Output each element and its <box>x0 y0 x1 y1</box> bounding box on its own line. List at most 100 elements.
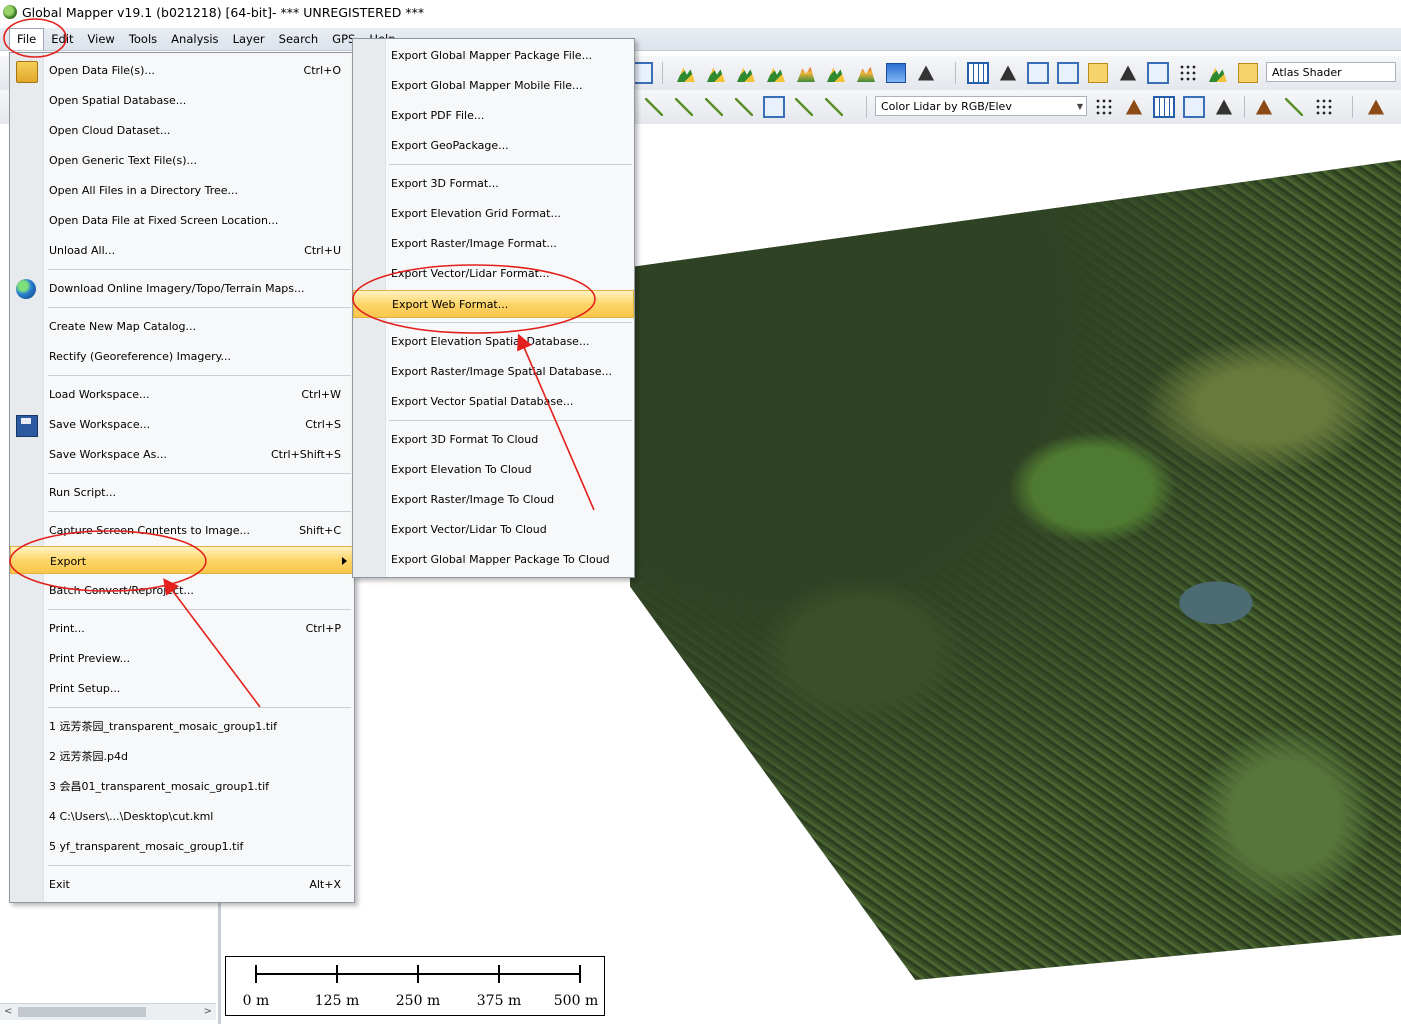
submenu-item-export-web-format[interactable]: Export Web Format... <box>353 290 634 318</box>
submenu-item-label: Export Web Format... <box>392 298 509 311</box>
menu-item-batch-convert[interactable]: Batch Convert/Reproject... <box>10 576 354 604</box>
3d-view-icon[interactable] <box>1056 61 1080 85</box>
terrain-shade-icon[interactable] <box>674 61 698 85</box>
menu-item-exit[interactable]: Exit Alt+X <box>10 870 354 898</box>
lidar-points-icon[interactable] <box>1092 95 1116 119</box>
menu-item-recent-file-4[interactable]: 4 C:\Users\...\Desktop\cut.kml <box>10 802 354 830</box>
terrain-icon[interactable] <box>1364 95 1388 119</box>
menu-item-open-generic-text[interactable]: Open Generic Text File(s)... <box>10 146 354 174</box>
shader-toggle-icon[interactable] <box>1086 61 1110 85</box>
menu-item-print-setup[interactable]: Print Setup... <box>10 674 354 702</box>
connect-icon[interactable] <box>762 95 786 119</box>
menu-item-recent-file-3[interactable]: 3 会昌01_transparent_mosaic_group1.tif <box>10 772 354 800</box>
submenu-item-label: Export Vector Spatial Database... <box>391 395 574 408</box>
edit-lidar-icon[interactable] <box>1282 95 1306 119</box>
submenu-item-export-3d-cloud[interactable]: Export 3D Format To Cloud <box>353 426 634 454</box>
menu-file[interactable]: File <box>9 28 45 50</box>
menu-view[interactable]: View <box>81 28 122 50</box>
elevation-icon[interactable] <box>854 61 878 85</box>
menu-item-print-preview[interactable]: Print Preview... <box>10 644 354 672</box>
menu-item-recent-file-1[interactable]: 1 远芳茶园_transparent_mosaic_group1.tif <box>10 712 354 740</box>
submenu-item-export-raster-cloud[interactable]: Export Raster/Image To Cloud <box>353 486 634 514</box>
volume-icon[interactable] <box>824 61 848 85</box>
menu-item-open-spatial-database[interactable]: Open Spatial Database... <box>10 86 354 114</box>
watershed-icon[interactable] <box>764 61 788 85</box>
menu-search[interactable]: Search <box>272 28 326 50</box>
menu-tools[interactable]: Tools <box>122 28 164 50</box>
view-shed-icon[interactable] <box>734 61 758 85</box>
menu-item-rectify-imagery[interactable]: Rectify (Georeference) Imagery... <box>10 342 354 370</box>
water-level-icon[interactable] <box>1146 61 1170 85</box>
submenu-item-label: Export GeoPackage... <box>391 139 509 152</box>
menu-item-unload-all[interactable]: Unload All... Ctrl+U <box>10 236 354 264</box>
menu-item-recent-file-5[interactable]: 5 yf_transparent_mosaic_group1.tif <box>10 832 354 860</box>
triangle-icon[interactable] <box>1212 95 1236 119</box>
menu-item-load-workspace[interactable]: Load Workspace... Ctrl+W <box>10 380 354 408</box>
move-feature-icon[interactable] <box>702 95 726 119</box>
menu-item-run-script[interactable]: Run Script... <box>10 478 354 506</box>
menu-item-open-directory-tree[interactable]: Open All Files in a Directory Tree... <box>10 176 354 204</box>
lidar-noise-icon[interactable] <box>1312 95 1336 119</box>
menu-item-open-cloud-dataset[interactable]: Open Cloud Dataset... <box>10 116 354 144</box>
submenu-item-export-elevation-grid[interactable]: Export Elevation Grid Format... <box>353 200 634 228</box>
submenu-item-export-raster-db[interactable]: Export Raster/Image Spatial Database... <box>353 358 634 386</box>
lighting-icon[interactable] <box>1206 61 1230 85</box>
crop-icon[interactable] <box>792 95 816 119</box>
edit-vertices-icon[interactable] <box>672 95 696 119</box>
select-icon[interactable] <box>1026 61 1050 85</box>
submenu-item-export-elevation-cloud[interactable]: Export Elevation To Cloud <box>353 456 634 484</box>
image-icon[interactable] <box>884 61 908 85</box>
submenu-item-export-vector-db[interactable]: Export Vector Spatial Database... <box>353 388 634 416</box>
shader-select[interactable]: Atlas Shader <box>1266 62 1396 82</box>
menu-item-label: Capture Screen Contents to Image... <box>49 524 251 537</box>
atlas-shader-icon[interactable] <box>1236 61 1260 85</box>
contour-icon[interactable] <box>704 61 728 85</box>
layout-icon[interactable] <box>966 61 990 85</box>
submenu-item-export-vector-lidar[interactable]: Export Vector/Lidar Format... <box>353 260 634 288</box>
submenu-item-export-vector-cloud[interactable]: Export Vector/Lidar To Cloud <box>353 516 634 544</box>
submenu-item-export-3d-format[interactable]: Export 3D Format... <box>353 170 634 198</box>
submenu-item-export-gm-package[interactable]: Export Global Mapper Package File... <box>353 42 634 70</box>
submenu-item-export-raster-image[interactable]: Export Raster/Image Format... <box>353 230 634 258</box>
submenu-item-export-elevation-db[interactable]: Export Elevation Spatial Database... <box>353 328 634 356</box>
menu-item-label: Download Online Imagery/Topo/Terrain Map… <box>49 282 305 295</box>
menu-edit[interactable]: Edit <box>44 28 80 50</box>
filter-icon[interactable] <box>1252 95 1276 119</box>
scroll-right-icon[interactable]: > <box>204 1004 212 1020</box>
vertical-exaggeration-icon[interactable] <box>1116 61 1140 85</box>
digitize-icon[interactable] <box>642 95 666 119</box>
submenu-item-export-geopackage[interactable]: Export GeoPackage... <box>353 132 634 160</box>
lidar-extract-icon[interactable] <box>1182 95 1206 119</box>
path-profile-icon[interactable] <box>794 61 818 85</box>
menu-item-open-fixed-location[interactable]: Open Data File at Fixed Screen Location.… <box>10 206 354 234</box>
menu-item-create-map-catalog[interactable]: Create New Map Catalog... <box>10 312 354 340</box>
menu-item-save-workspace-as[interactable]: Save Workspace As... Ctrl+Shift+S <box>10 440 354 468</box>
horizontal-scrollbar[interactable]: < > <box>0 1003 216 1020</box>
scroll-thumb[interactable] <box>18 1007 146 1017</box>
menu-item-save-workspace[interactable]: Save Workspace... Ctrl+S <box>10 410 354 438</box>
lidar-color-select[interactable]: Color Lidar by RGB/Elev ▼ <box>875 96 1087 116</box>
measure-icon[interactable] <box>822 95 846 119</box>
lidar-grid-icon[interactable] <box>1152 95 1176 119</box>
menu-item-download-online-imagery[interactable]: Download Online Imagery/Topo/Terrain Map… <box>10 274 354 302</box>
gps-icon[interactable] <box>914 61 938 85</box>
scale-tick <box>579 965 581 983</box>
menu-item-export[interactable]: Export <box>10 546 354 574</box>
menu-analysis[interactable]: Analysis <box>164 28 225 50</box>
menu-item-recent-file-2[interactable]: 2 远芳茶园.p4d <box>10 742 354 770</box>
submenu-item-export-package-cloud[interactable]: Export Global Mapper Package To Cloud <box>353 546 634 574</box>
lidar-filter-icon[interactable] <box>1176 61 1200 85</box>
menu-item-label: Print... <box>49 622 85 635</box>
submenu-item-export-gm-mobile[interactable]: Export Global Mapper Mobile File... <box>353 72 634 100</box>
scroll-left-icon[interactable]: < <box>4 1004 12 1020</box>
menu-item-print[interactable]: Print... Ctrl+P <box>10 614 354 642</box>
scale-tick <box>336 965 338 983</box>
menu-layer[interactable]: Layer <box>226 28 272 50</box>
menu-item-capture-screen[interactable]: Capture Screen Contents to Image... Shif… <box>10 516 354 544</box>
toolbar-separator <box>866 96 867 118</box>
lidar-classify-icon[interactable] <box>1122 95 1146 119</box>
rotate-feature-icon[interactable] <box>732 95 756 119</box>
menu-item-open-data-files[interactable]: Open Data File(s)... Ctrl+O <box>10 56 354 84</box>
pointer-icon[interactable] <box>996 61 1020 85</box>
submenu-item-export-pdf[interactable]: Export PDF File... <box>353 102 634 130</box>
